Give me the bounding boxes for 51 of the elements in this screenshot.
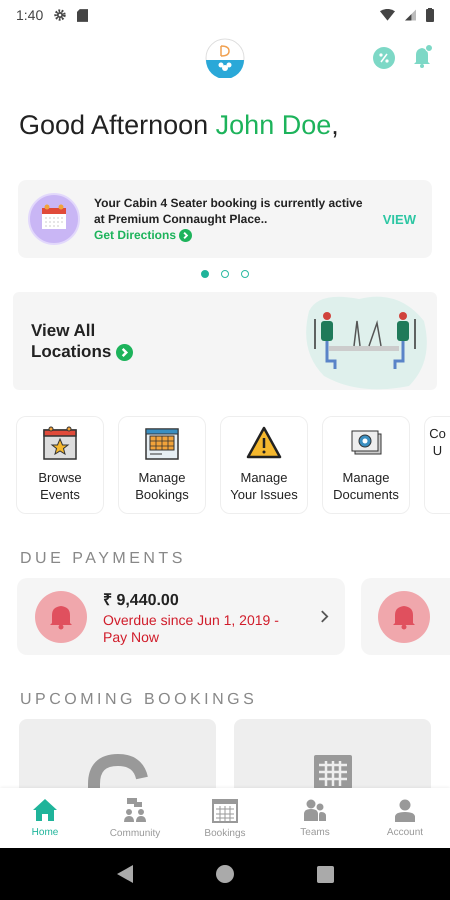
community-icon [122, 797, 148, 823]
battery-icon [426, 8, 434, 22]
quick-action-label: Manage Bookings [135, 469, 189, 503]
locations-card[interactable]: View All Locations [13, 292, 437, 390]
quick-action-card[interactable]: Manage Your Issues [220, 416, 308, 514]
notification-bell-icon[interactable] [412, 44, 434, 68]
calendar-icon [212, 797, 238, 823]
section-heading: DUE PAYMENTS [19, 549, 187, 569]
chevron-circle-icon [179, 229, 192, 242]
payment-card[interactable] [361, 578, 450, 655]
people-icon [302, 798, 328, 822]
gear-icon [53, 8, 68, 22]
chevron-circle-icon [116, 344, 134, 362]
payment-status: Overdue since Jun 1, 2019 - Pay Now [103, 612, 280, 646]
quick-action-card[interactable]: Manage Bookings [118, 416, 206, 514]
quick-action-label: Co U [429, 425, 446, 459]
quick-action-card[interactable]: Manage Documents [322, 416, 410, 514]
booking-card[interactable] [19, 719, 216, 788]
home-icon [32, 798, 58, 822]
wifi-icon [380, 9, 395, 21]
bell-icon [378, 590, 430, 642]
booking-message: Your Cabin 4 Seater booking is currently active at Premium Connaught Place.. Get Directions [94, 195, 364, 243]
payment-amount: ₹ 9,440.00 [103, 590, 180, 610]
quick-action-card[interactable]: Browse Events [16, 416, 104, 514]
carousel-dot[interactable] [221, 270, 229, 278]
carousel-dot[interactable] [201, 270, 209, 278]
calendar-icon [28, 193, 80, 245]
greeting-heading: Good Afternoon John Doe, [18, 109, 340, 142]
calendar-star-icon [42, 425, 78, 461]
quick-action-card[interactable]: Co U [424, 416, 450, 514]
person-icon [393, 798, 417, 822]
recents-square-icon[interactable] [316, 866, 334, 882]
carousel-dot[interactable] [241, 270, 249, 278]
logo-icon [205, 38, 245, 78]
discount-badge-icon[interactable] [372, 46, 396, 70]
home-circle-icon[interactable] [216, 865, 234, 883]
quick-action-label: Manage Your Issues [230, 469, 298, 503]
arc-icon [88, 754, 148, 788]
chevron-right-icon [320, 610, 329, 623]
back-icon[interactable] [116, 865, 132, 883]
quick-action-label: Manage Documents [333, 469, 399, 503]
warning-icon [246, 425, 282, 461]
quick-action-label: Browse Events [38, 469, 82, 503]
signal-icon [405, 9, 416, 21]
bell-icon [35, 590, 87, 642]
payment-card[interactable]: ₹ 9,440.00 Overdue since Jun 1, 2019 - Pay Now [17, 578, 345, 655]
sd-card-icon [77, 8, 88, 22]
status-time: 1:40 [16, 7, 44, 23]
locations-title: View All Locations [31, 320, 151, 362]
section-heading: UPCOMING BOOKINGS [19, 690, 258, 710]
booking-card[interactable] [234, 719, 431, 788]
